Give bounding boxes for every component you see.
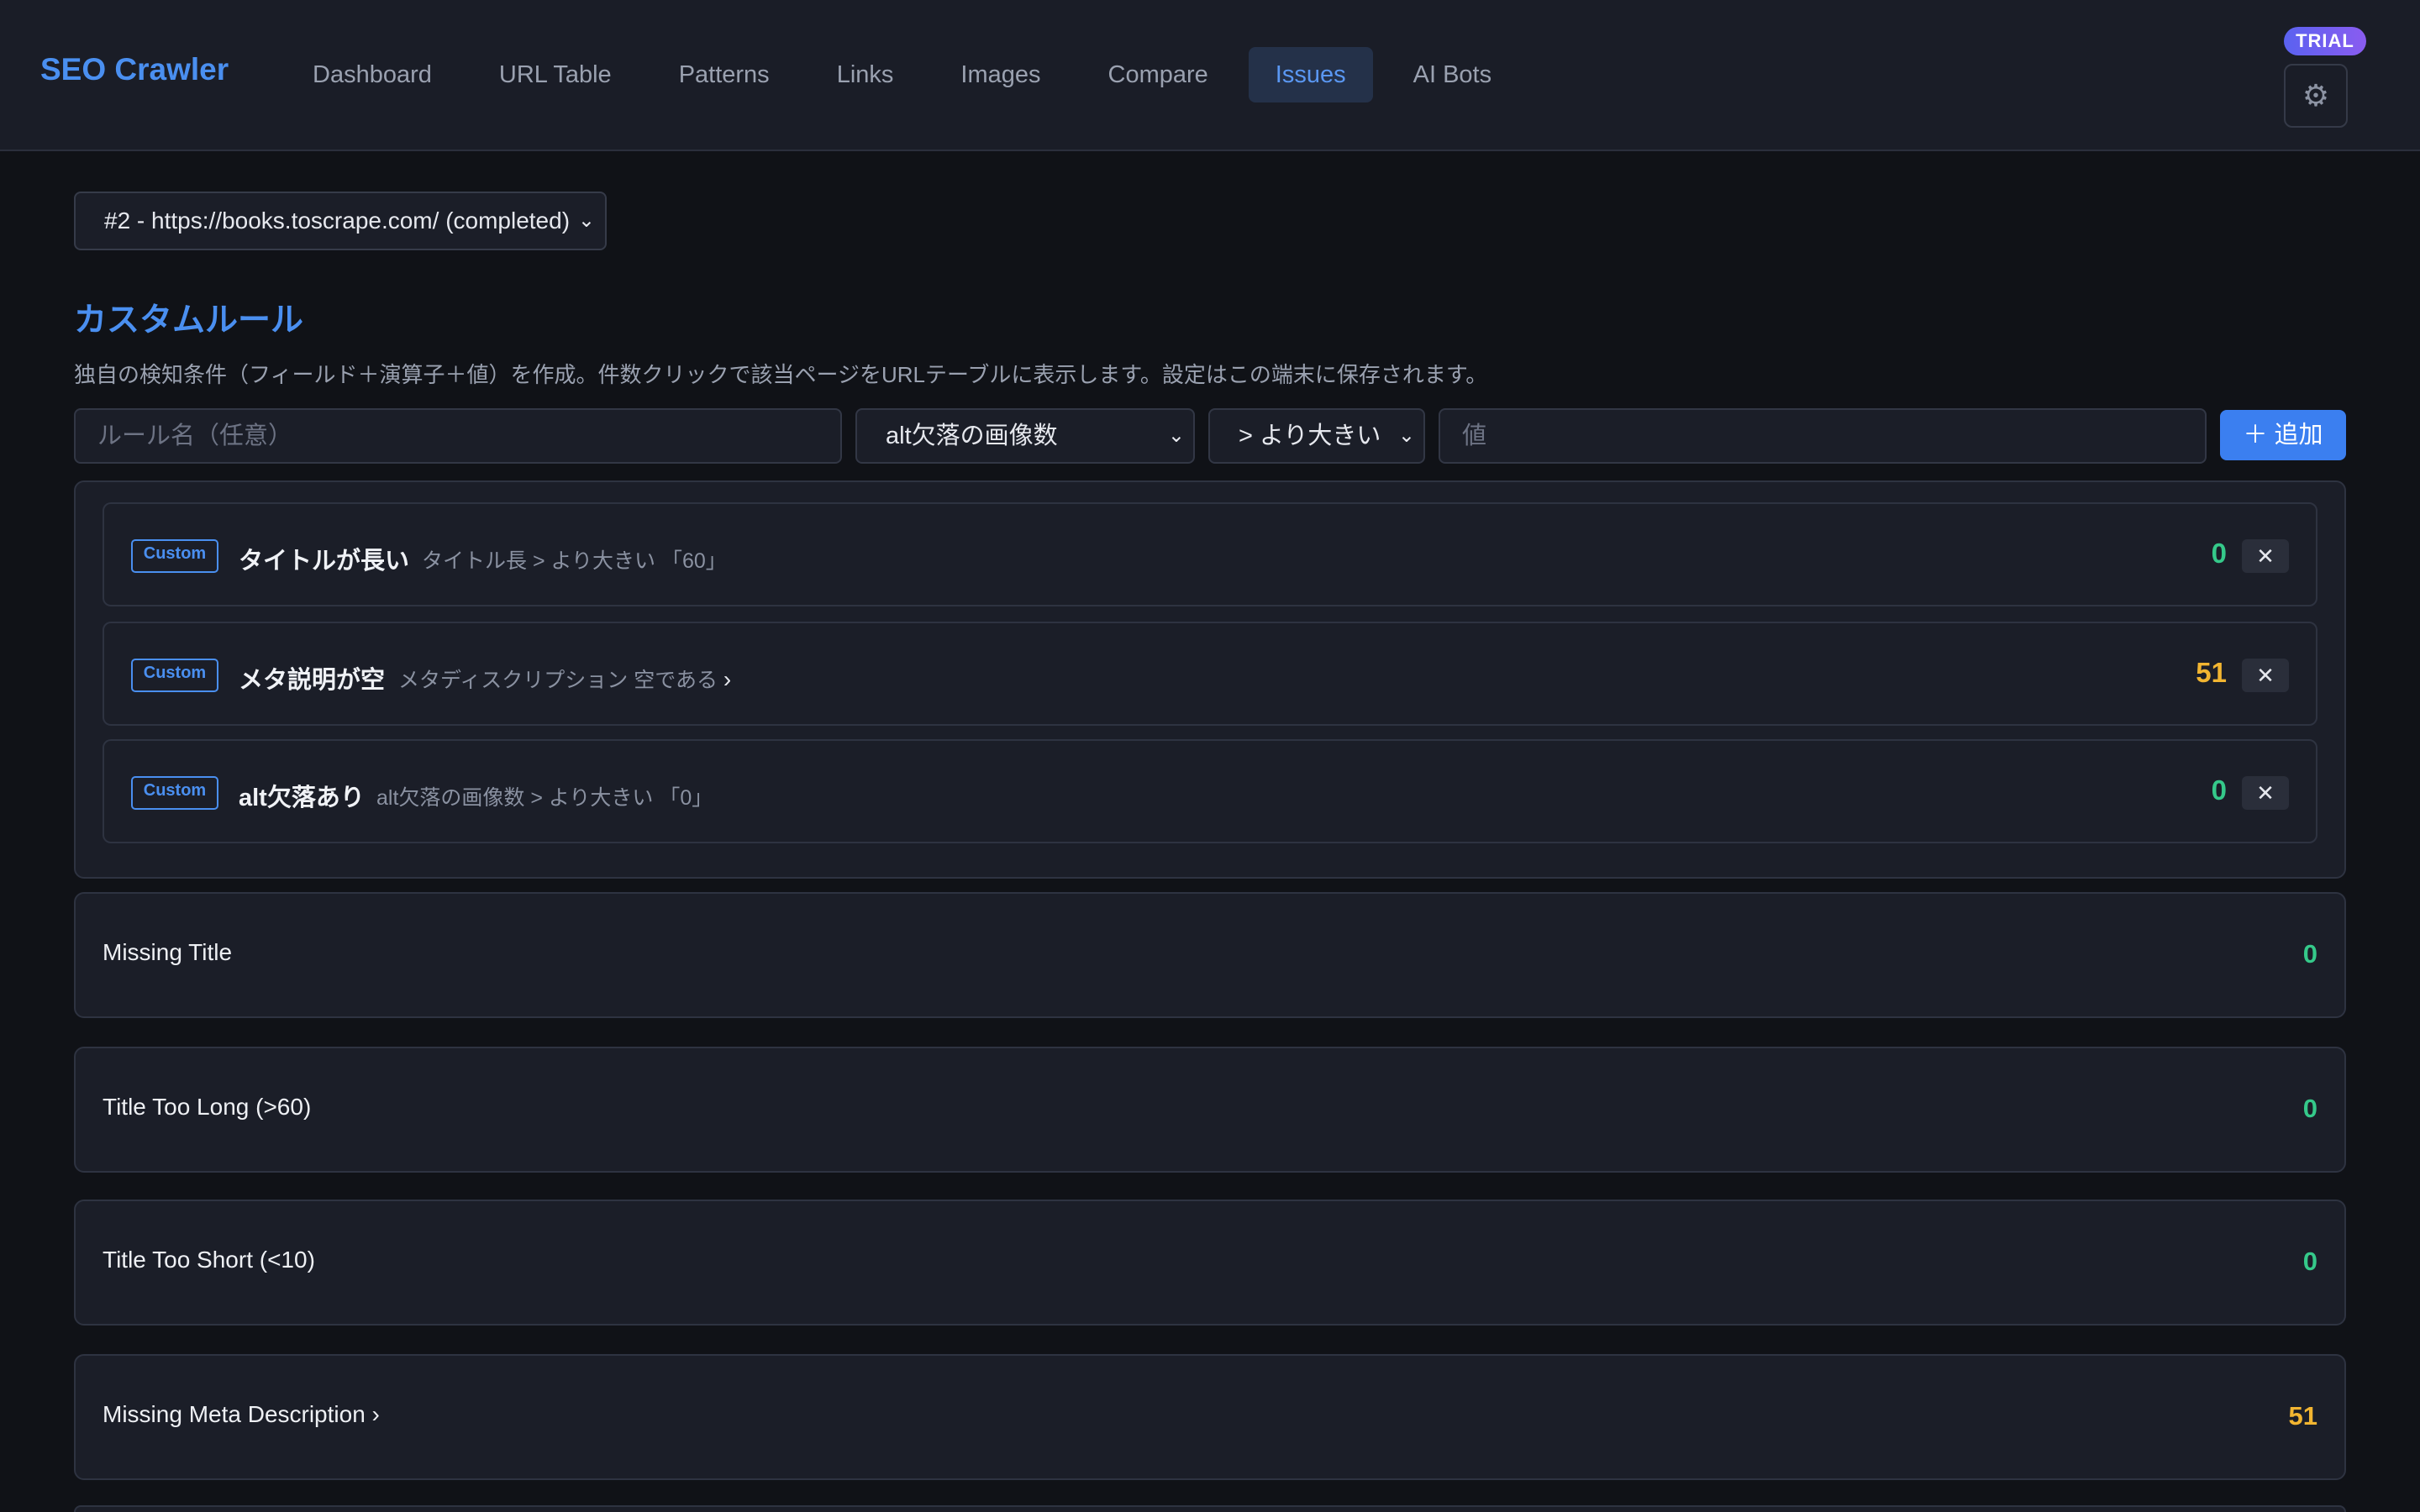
rule-condition: alt欠落の画像数 > より大きい 「0」 xyxy=(376,781,713,811)
settings-button[interactable]: ⚙ xyxy=(2284,64,2348,128)
issue-label: Missing Meta Description › xyxy=(103,1401,380,1427)
chevron-down-icon: ⌄ xyxy=(1167,424,1185,447)
rule-condition: タイトル長 > より大きい 「60」 xyxy=(422,544,727,575)
issue-count[interactable]: 0 xyxy=(2303,1247,2317,1277)
chevron-down-icon: ⌄ xyxy=(1397,424,1415,447)
gear-icon: ⚙ xyxy=(2302,78,2330,113)
rule-condition[interactable]: メタディスクリプション 空である › xyxy=(398,664,731,694)
trial-badge: TRIAL xyxy=(2284,27,2366,55)
issue-count[interactable]: 0 xyxy=(2303,1094,2317,1124)
rule-condition-text: alt欠落の画像数 > より大きい 「0」 xyxy=(376,786,713,810)
issue-count[interactable]: 0 xyxy=(2303,939,2317,969)
main-nav: Dashboard URL Table Patterns Links Image… xyxy=(286,47,1532,102)
issue-card[interactable]: Title Too Short (<10) 0 xyxy=(74,1200,2346,1326)
nav-links[interactable]: Links xyxy=(810,47,921,102)
issue-card[interactable]: Missing Meta Description › 51 xyxy=(74,1354,2346,1480)
rule-field-value: alt欠落の画像数 xyxy=(886,423,1058,449)
issue-card[interactable]: Title Too Long (>60) 0 xyxy=(74,1047,2346,1173)
delete-rule-button[interactable]: ✕ xyxy=(2242,659,2289,692)
rule-name-input[interactable]: ルール名（任意） xyxy=(74,408,842,464)
rule-operator-value: > より大きい xyxy=(1239,423,1381,449)
issue-label: Title Too Long (>60) xyxy=(103,1094,312,1120)
rule-field-select[interactable]: alt欠落の画像数 ⌄ xyxy=(855,408,1195,464)
chevron-right-icon: › xyxy=(723,666,732,692)
issue-count[interactable]: 51 xyxy=(2289,1401,2317,1431)
delete-rule-button[interactable]: ✕ xyxy=(2242,776,2289,810)
add-rule-button[interactable]: ＋ 追加 xyxy=(2220,410,2346,460)
nav-ai-bots[interactable]: AI Bots xyxy=(1386,47,1519,102)
app-brand[interactable]: SEO Crawler xyxy=(40,52,229,87)
top-navbar: SEO Crawler Dashboard URL Table Patterns… xyxy=(0,0,2420,151)
custom-tag: Custom xyxy=(131,776,218,810)
crawl-select[interactable]: #2 - https://books.toscrape.com/ (comple… xyxy=(74,192,607,250)
custom-rule-item: Custom タイトルが長い タイトル長 > より大きい 「60」 0 ✕ xyxy=(103,502,2317,606)
section-description: 独自の検知条件（フィールド＋演算子＋値）を作成。件数クリックで該当ページをURL… xyxy=(74,362,1488,387)
delete-rule-button[interactable]: ✕ xyxy=(2242,539,2289,573)
issue-label: Title Too Short (<10) xyxy=(103,1247,315,1273)
nav-dashboard[interactable]: Dashboard xyxy=(286,47,459,102)
issue-label: Missing Title xyxy=(103,939,233,965)
issue-card-partial xyxy=(74,1505,2346,1512)
rule-condition-text: メタディスクリプション 空である xyxy=(398,669,718,692)
rule-count[interactable]: 51 xyxy=(2196,657,2227,689)
rule-count[interactable]: 0 xyxy=(2212,538,2227,570)
section-title: カスタムルール xyxy=(74,302,304,339)
custom-rule-item: Custom メタ説明が空 メタディスクリプション 空である › 51 ✕ xyxy=(103,622,2317,726)
rule-name: メタ説明が空 xyxy=(239,667,386,694)
rule-condition-text: タイトル長 > より大きい 「60」 xyxy=(422,549,727,573)
crawl-select-value: #2 - https://books.toscrape.com/ (comple… xyxy=(104,207,571,234)
rule-operator-select[interactable]: > より大きい ⌄ xyxy=(1208,408,1425,464)
nav-compare[interactable]: Compare xyxy=(1081,47,1235,102)
nav-patterns[interactable]: Patterns xyxy=(652,47,797,102)
nav-issues[interactable]: Issues xyxy=(1248,47,1373,102)
rule-value-input[interactable]: 値 xyxy=(1439,408,2207,464)
custom-tag: Custom xyxy=(131,659,218,692)
nav-url-table[interactable]: URL Table xyxy=(472,47,639,102)
rule-count[interactable]: 0 xyxy=(2212,774,2227,806)
chevron-down-icon: ⌄ xyxy=(577,209,595,232)
nav-images[interactable]: Images xyxy=(934,47,1067,102)
issue-card[interactable]: Missing Title 0 xyxy=(74,892,2346,1018)
custom-tag: Custom xyxy=(131,539,218,573)
rule-name: タイトルが長い xyxy=(239,548,410,575)
rule-name: alt欠落あり xyxy=(239,785,365,811)
custom-rule-item: Custom alt欠落あり alt欠落の画像数 > より大きい 「0」 0 ✕ xyxy=(103,739,2317,843)
